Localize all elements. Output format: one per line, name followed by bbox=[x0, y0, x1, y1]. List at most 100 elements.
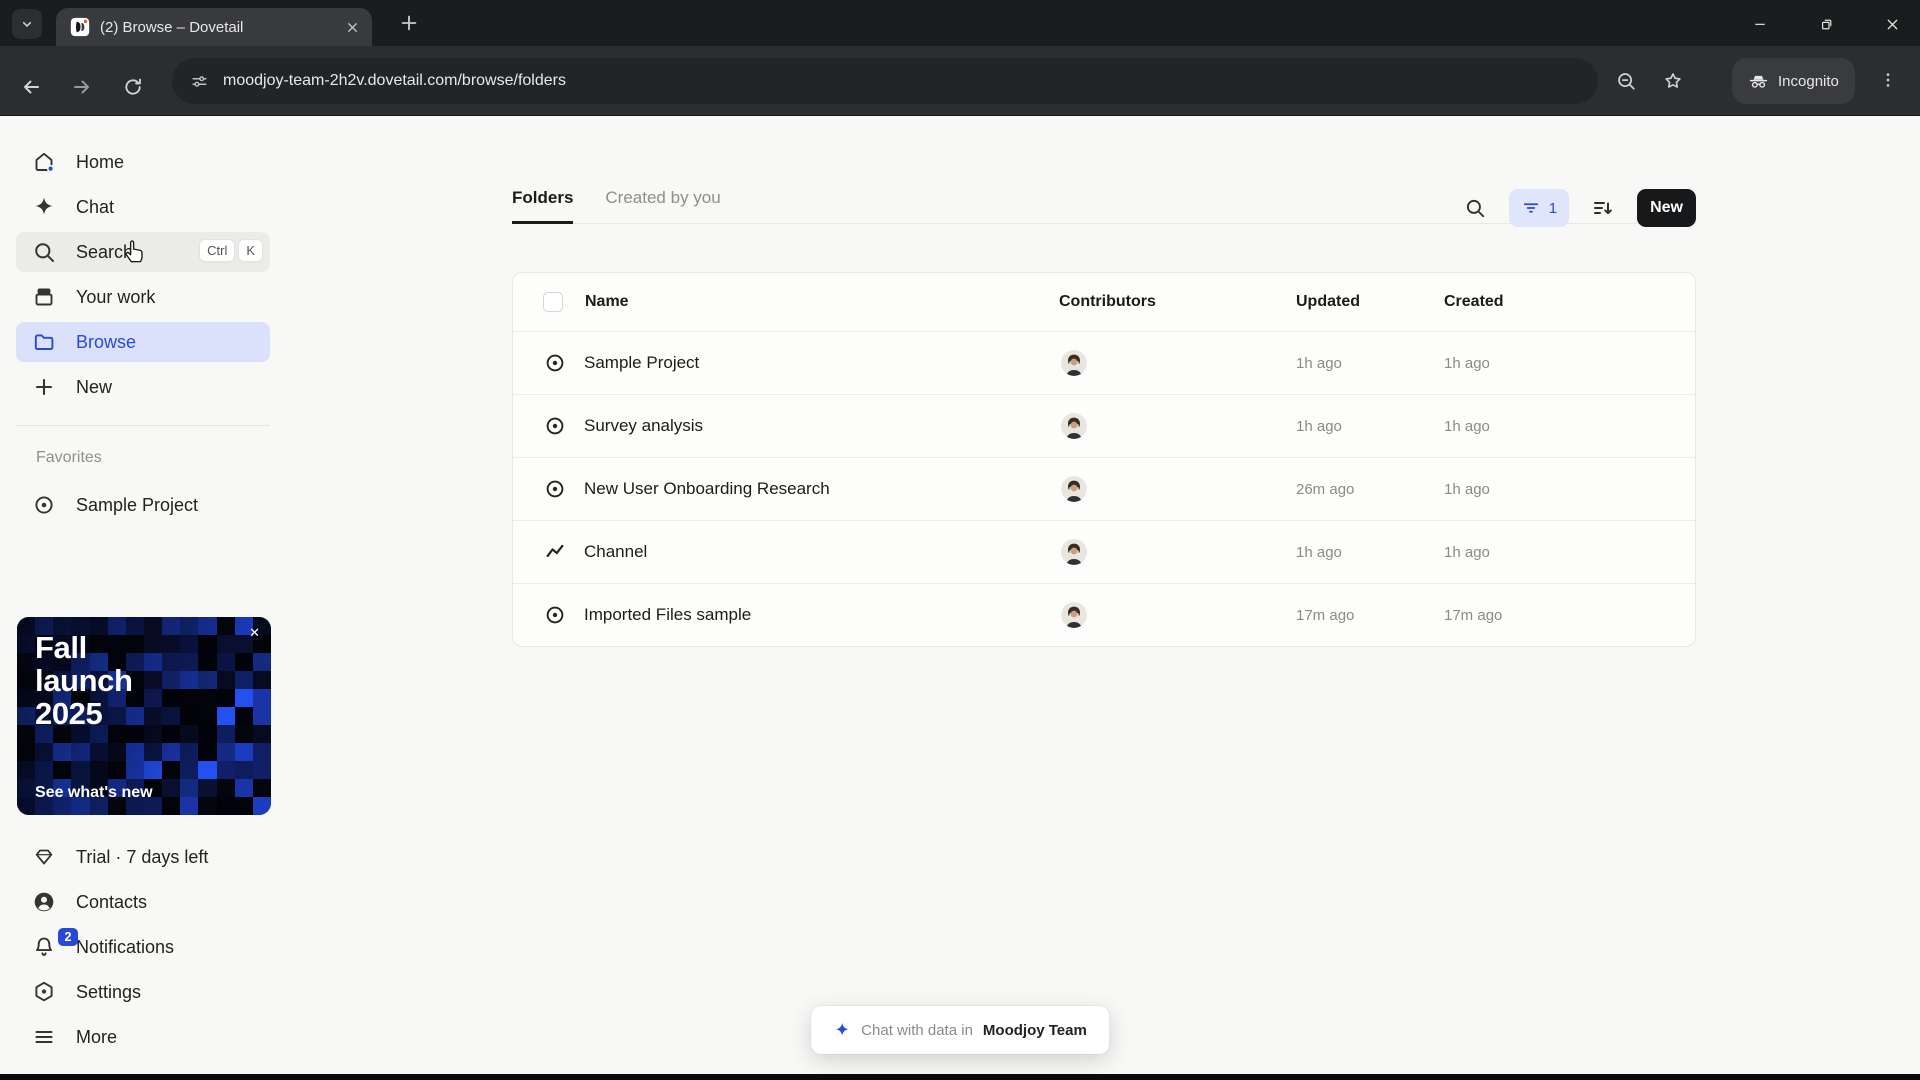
sidebar-item-trial[interactable]: Trial · 7 days left bbox=[16, 837, 270, 877]
sidebar-item-label: Settings bbox=[76, 981, 142, 1002]
table-row[interactable]: Survey analysis 1h ago 1h ago bbox=[513, 394, 1695, 457]
sidebar-item-new[interactable]: New bbox=[16, 367, 270, 407]
search-icon bbox=[32, 240, 56, 264]
sidebar-item-label: Search bbox=[76, 241, 134, 262]
contributor-avatar[interactable] bbox=[1061, 413, 1087, 439]
tab-search-button[interactable] bbox=[12, 9, 42, 39]
work-box-icon bbox=[32, 285, 56, 309]
table-header: Name Contributors Updated Created bbox=[513, 273, 1695, 331]
sidebar-item-label: Contacts bbox=[76, 891, 148, 912]
kbd-k: K bbox=[239, 240, 262, 261]
close-icon bbox=[1887, 19, 1897, 29]
sidebar-item-label: Browse bbox=[76, 331, 137, 352]
search-button[interactable] bbox=[1457, 190, 1493, 226]
target-icon bbox=[543, 603, 567, 627]
incognito-icon bbox=[1749, 75, 1768, 88]
new-tab-button[interactable] bbox=[398, 12, 420, 34]
zigzag-icon bbox=[543, 540, 567, 564]
tab-created-by-you[interactable]: Created by you bbox=[605, 188, 720, 223]
sparkle-icon bbox=[833, 1021, 851, 1039]
kebab-menu-icon bbox=[1886, 73, 1890, 87]
plus-icon bbox=[32, 375, 56, 399]
gem-icon bbox=[32, 845, 56, 869]
tab-close-button[interactable] bbox=[345, 20, 360, 35]
browser-tab[interactable]: (2) Browse – Dovetail bbox=[56, 8, 372, 46]
sort-icon bbox=[1594, 202, 1612, 215]
folder-name: Imported Files sample bbox=[584, 605, 752, 624]
created-time: 17m ago bbox=[1444, 606, 1503, 624]
table-row[interactable]: Imported Files sample 17m ago 17m ago bbox=[513, 583, 1695, 646]
settings-icon bbox=[32, 980, 56, 1004]
bell-icon: 2 bbox=[32, 928, 78, 959]
sidebar-item-contacts[interactable]: Contacts bbox=[16, 882, 270, 922]
sidebar-item-more[interactable]: More bbox=[16, 1017, 270, 1057]
main-content: Folders Created by you 1 New Name Contri… bbox=[512, 116, 1696, 1074]
created-time: 1h ago bbox=[1444, 417, 1490, 435]
sidebar-item-browse[interactable]: Browse bbox=[16, 322, 270, 362]
sidebar: Home Chat Search Ctrl K Your work Browse… bbox=[0, 116, 290, 1074]
sidebar-item-label: Your work bbox=[76, 286, 156, 307]
sparkle-icon bbox=[32, 195, 56, 219]
contributor-avatar[interactable] bbox=[1061, 476, 1087, 502]
tab-strip: (2) Browse – Dovetail bbox=[0, 0, 1920, 46]
browser-menu-button[interactable] bbox=[1878, 70, 1898, 90]
sort-button[interactable] bbox=[1585, 190, 1621, 226]
filter-count: 1 bbox=[1548, 199, 1558, 217]
search-shortcut: Ctrl K bbox=[200, 240, 262, 261]
filter-icon bbox=[1523, 203, 1538, 213]
window-minimize-button[interactable] bbox=[1739, 9, 1781, 39]
contributor-avatar[interactable] bbox=[1061, 602, 1087, 628]
forward-button[interactable] bbox=[64, 69, 100, 105]
table-row[interactable]: Sample Project 1h ago 1h ago bbox=[513, 331, 1695, 394]
folder-name: Sample Project bbox=[584, 353, 700, 372]
promo-cta[interactable]: See what's new bbox=[35, 784, 153, 802]
target-icon bbox=[32, 493, 56, 517]
table-row[interactable]: Channel 1h ago 1h ago bbox=[513, 520, 1695, 583]
incognito-badge: Incognito bbox=[1732, 58, 1855, 104]
url-text: moodjoy-team-2h2v.dovetail.com/browse/fo… bbox=[223, 72, 566, 89]
promo-close-icon[interactable]: ✕ bbox=[249, 625, 260, 641]
tab-title: (2) Browse – Dovetail bbox=[100, 18, 244, 36]
promo-card[interactable]: Fall launch 2025 See what's new ✕ bbox=[17, 617, 271, 815]
sidebar-item-chat[interactable]: Chat bbox=[16, 187, 270, 227]
contributor-avatar[interactable] bbox=[1061, 539, 1087, 565]
favorites-heading: Favorites bbox=[36, 449, 102, 466]
tab-folders[interactable]: Folders bbox=[512, 188, 574, 224]
target-icon bbox=[543, 477, 567, 501]
updated-time: 1h ago bbox=[1296, 417, 1342, 435]
new-folder-button[interactable]: New bbox=[1637, 189, 1696, 227]
folders-table: Name Contributors Updated Created Sample… bbox=[512, 272, 1696, 647]
filter-button[interactable]: 1 bbox=[1508, 189, 1570, 227]
toast-team-name: Moodjoy Team bbox=[982, 1021, 1087, 1039]
sidebar-item-home[interactable]: Home bbox=[16, 142, 270, 182]
home-icon bbox=[32, 150, 56, 174]
sidebar-item-label: New bbox=[76, 376, 113, 397]
table-row[interactable]: New User Onboarding Research 26m ago 1h … bbox=[513, 457, 1695, 520]
sidebar-item-settings[interactable]: Settings bbox=[16, 972, 270, 1012]
zoom-icon[interactable] bbox=[1615, 70, 1637, 92]
contact-person-icon bbox=[32, 890, 56, 914]
favorite-label: Sample Project bbox=[76, 494, 199, 515]
chat-toast[interactable]: Chat with data in Moodjoy Team bbox=[811, 1006, 1109, 1054]
folder-name: Survey analysis bbox=[584, 416, 704, 435]
sidebar-item-your-work[interactable]: Your work bbox=[16, 277, 270, 317]
header-updated: Updated bbox=[1296, 293, 1360, 310]
site-info-icon[interactable] bbox=[190, 72, 209, 91]
window-restore-button[interactable] bbox=[1805, 9, 1847, 39]
favorite-sample-project[interactable]: Sample Project bbox=[16, 485, 270, 525]
window-close-button[interactable] bbox=[1871, 9, 1913, 39]
bookmark-star-icon[interactable] bbox=[1662, 70, 1684, 92]
target-icon bbox=[543, 414, 567, 438]
notification-badge: 2 bbox=[58, 928, 78, 946]
sidebar-item-notifications[interactable]: 2 Notifications bbox=[16, 927, 270, 967]
address-bar[interactable]: moodjoy-team-2h2v.dovetail.com/browse/fo… bbox=[172, 58, 1598, 104]
contributor-avatar[interactable] bbox=[1061, 350, 1087, 376]
sidebar-item-label: Chat bbox=[76, 196, 115, 217]
search-icon bbox=[1466, 199, 1484, 218]
select-all-checkbox[interactable] bbox=[543, 292, 563, 312]
reload-button[interactable] bbox=[115, 69, 151, 105]
back-button[interactable] bbox=[13, 69, 49, 105]
sidebar-item-search[interactable]: Search Ctrl K bbox=[16, 232, 270, 272]
table-body: Sample Project 1h ago 1h ago Survey anal… bbox=[513, 331, 1695, 646]
browser-toolbar: moodjoy-team-2h2v.dovetail.com/browse/fo… bbox=[0, 46, 1920, 116]
